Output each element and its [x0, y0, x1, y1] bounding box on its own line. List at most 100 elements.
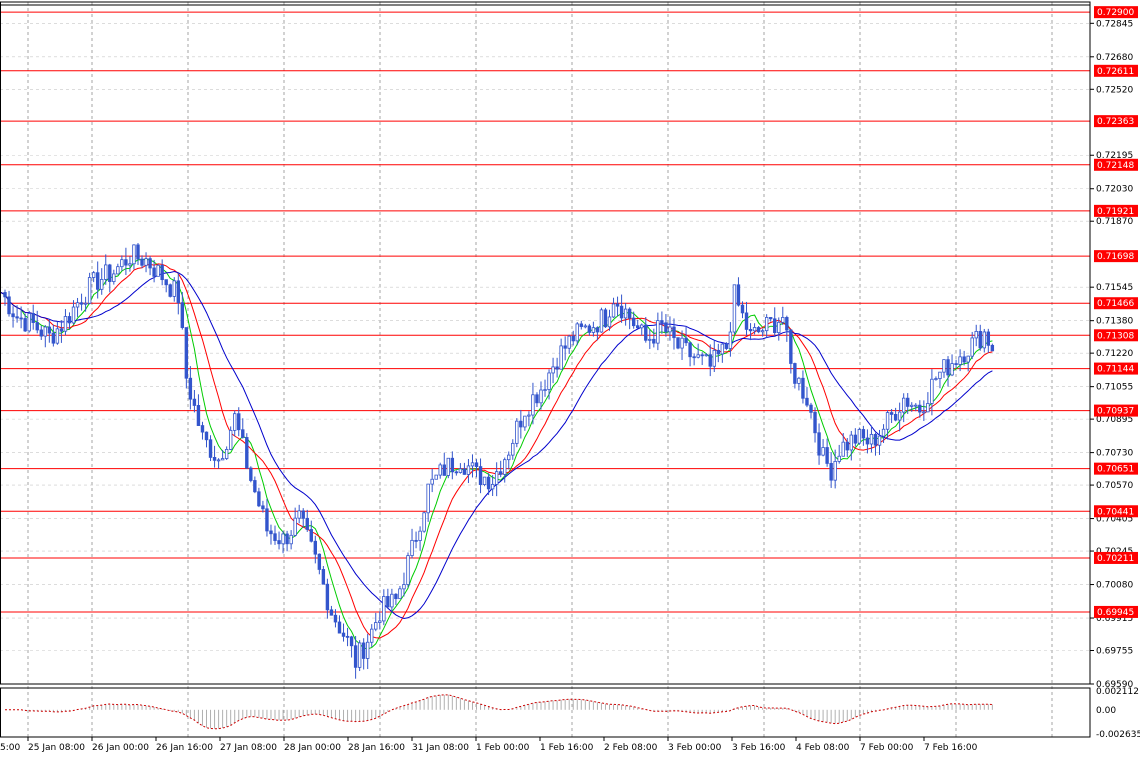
candle-body	[71, 306, 76, 324]
price-tick-label: 0.72520	[1096, 85, 1133, 95]
level-label: 0.70441	[1097, 507, 1134, 517]
candle-body	[83, 302, 88, 305]
time-label-partial: 5:00	[0, 743, 20, 753]
candle-body	[386, 596, 390, 608]
candle-body	[204, 431, 209, 441]
candle-body	[652, 338, 656, 344]
candle-body	[664, 322, 668, 333]
candle-body	[946, 359, 950, 376]
level-label: 0.69945	[1097, 608, 1134, 618]
candle-body	[196, 405, 201, 426]
candle-body	[237, 413, 241, 431]
candle-body	[781, 317, 785, 323]
candle-body	[378, 620, 382, 623]
time-label: 26 Jan 00:00	[92, 743, 149, 753]
candle-body	[208, 439, 213, 458]
candle-body	[67, 316, 72, 324]
candle-body	[434, 474, 438, 480]
candle-body	[253, 480, 257, 493]
candle-body	[482, 476, 487, 485]
candle-body	[35, 322, 39, 331]
price-tick-label: 0.70080	[1096, 581, 1133, 591]
level-label: 0.72363	[1097, 117, 1134, 127]
candle-body	[357, 642, 362, 668]
candle-body	[769, 317, 773, 320]
candle-body	[87, 277, 92, 304]
level-lines	[0, 4, 1090, 613]
candle-body	[531, 394, 535, 416]
candle-body	[51, 332, 56, 344]
candle-body	[450, 457, 455, 473]
candle-body	[321, 569, 326, 585]
osc-signal-line	[5, 694, 993, 730]
time-label: 1 Feb 00:00	[476, 743, 530, 753]
candle-body	[100, 279, 104, 290]
candle-body	[970, 337, 974, 357]
chart-grid	[0, 2, 1090, 737]
candle-body	[168, 284, 172, 297]
candle-body	[676, 337, 680, 349]
candle-body	[466, 465, 471, 475]
candle-body	[756, 327, 761, 333]
candle-body	[627, 308, 632, 319]
candle-body	[112, 273, 116, 282]
candle-body	[982, 331, 986, 349]
price-tick-label: 0.72680	[1096, 53, 1133, 63]
candle-body	[523, 415, 527, 428]
candle-body	[845, 441, 849, 451]
candle-body	[934, 378, 938, 380]
candle-body	[712, 349, 716, 367]
time-label: 28 Jan 00:00	[284, 743, 341, 753]
candle-body	[648, 338, 652, 341]
candle-body	[410, 539, 414, 556]
candle-body	[587, 325, 592, 333]
candle-body	[724, 343, 729, 349]
candle-body	[289, 534, 293, 545]
candle-body	[446, 457, 450, 476]
candle-body	[249, 467, 253, 481]
candle-body	[333, 614, 338, 623]
candle-body	[978, 331, 982, 349]
candle-body	[228, 429, 233, 450]
candle-body	[672, 326, 676, 339]
osc-tick-label: -0.002635	[1096, 730, 1140, 740]
candle-body	[660, 320, 664, 324]
candle-body	[579, 323, 583, 327]
candle-body	[555, 366, 559, 370]
candle-body	[563, 345, 567, 349]
candle-body	[285, 533, 289, 545]
candle-body	[684, 337, 688, 344]
level-label: 0.72611	[1097, 67, 1134, 77]
candle-body	[200, 425, 205, 433]
candle-body	[402, 584, 406, 590]
candle-body	[623, 308, 628, 319]
candle-body	[180, 302, 185, 328]
price-tick-label: 0.71870	[1096, 217, 1133, 227]
candle-body	[777, 321, 781, 334]
candle-body	[599, 309, 604, 333]
candle-body	[732, 284, 737, 333]
candle-body	[942, 359, 946, 373]
candle-body	[567, 335, 571, 349]
osc-pane-border	[0, 687, 1091, 738]
candle-body	[104, 264, 108, 280]
candle-body	[265, 508, 269, 532]
candle-body	[918, 404, 922, 413]
candle-body	[773, 318, 777, 334]
time-label: 25 Jan 08:00	[28, 743, 85, 753]
candle-body	[966, 355, 970, 363]
candle-body	[430, 478, 434, 485]
candle-body	[301, 510, 305, 519]
candle-body	[877, 435, 882, 446]
candle-body	[962, 356, 966, 363]
candle-body	[958, 356, 962, 365]
candle-body	[345, 635, 350, 638]
candle-body	[47, 326, 52, 334]
candle-body	[192, 398, 197, 406]
candle-body	[539, 389, 543, 404]
candle-body	[853, 434, 858, 444]
price-chart[interactable]: 0.728450.726800.725200.721950.720300.718…	[0, 0, 1140, 757]
candle-body	[365, 641, 370, 659]
candle-body	[611, 303, 616, 318]
candle-body	[63, 316, 68, 332]
